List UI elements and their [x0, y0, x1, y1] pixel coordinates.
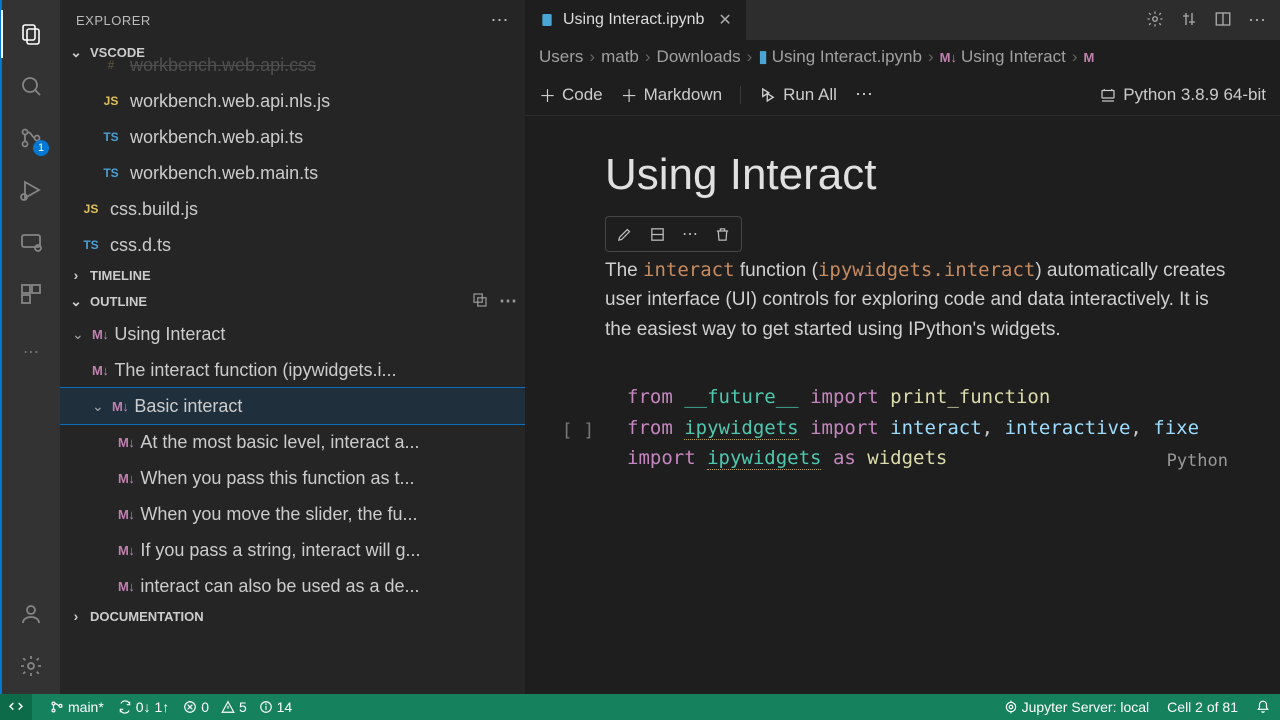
- toolbar-more-icon[interactable]: ⋯: [855, 84, 873, 105]
- cell-position[interactable]: Cell 2 of 81: [1167, 699, 1238, 715]
- scm-icon[interactable]: 1: [7, 114, 55, 162]
- collapse-all-icon[interactable]: [471, 291, 489, 312]
- markdown-icon: M↓: [92, 363, 108, 378]
- outline-item[interactable]: M↓If you pass a string, interact will g.…: [60, 532, 525, 568]
- run-all-button[interactable]: Run All: [759, 85, 837, 105]
- markdown-cell[interactable]: The interact function (ipywidgets.intera…: [605, 256, 1232, 344]
- file-row[interactable]: #workbench.web.api.css: [60, 47, 525, 83]
- chevron-right-icon: ›: [68, 608, 84, 624]
- outline-item[interactable]: M↓At the most basic level, interact a...: [60, 424, 525, 460]
- notebook-body[interactable]: Using Interact ⋯ The interact function (…: [525, 116, 1280, 694]
- notebook-icon: ▮: [758, 47, 767, 67]
- close-icon[interactable]: ✕: [718, 10, 731, 30]
- remote-indicator[interactable]: [0, 694, 32, 720]
- outline-item[interactable]: M↓When you pass this function as t...: [60, 460, 525, 496]
- edit-icon[interactable]: [616, 226, 633, 243]
- chevron-right-icon: ›: [68, 267, 84, 283]
- section-documentation[interactable]: › DOCUMENTATION: [60, 604, 525, 628]
- tab-bar: Using Interact.ipynb ✕ ⋯: [525, 0, 1280, 40]
- code-cell[interactable]: [ ] from __future__ import print_functio…: [561, 364, 1244, 483]
- outline-item[interactable]: M↓When you move the slider, the fu...: [60, 496, 525, 532]
- outline-item[interactable]: M↓The interact function (ipywidgets.i...: [60, 352, 525, 388]
- breadcrumb-item[interactable]: M↓Using Interact: [940, 47, 1066, 67]
- chevron-down-icon: ⌄: [68, 293, 84, 310]
- cell-toolbar: ⋯: [605, 216, 742, 252]
- markdown-icon: M↓: [92, 327, 108, 342]
- problems-button[interactable]: 0 5 14: [183, 699, 292, 715]
- kernel-picker[interactable]: Python 3.8.9 64-bit: [1099, 85, 1266, 105]
- more-icon[interactable]: ⋯: [499, 291, 517, 312]
- file-row[interactable]: JScss.build.js: [60, 191, 525, 227]
- account-icon[interactable]: [7, 590, 55, 638]
- cell-gutter: [ ]: [561, 364, 595, 441]
- js-icon: JS: [80, 201, 102, 217]
- sidebar-title: EXPLORER ⋯: [60, 0, 525, 40]
- add-markdown-button[interactable]: ＋Markdown: [621, 82, 722, 107]
- outline-item[interactable]: ⌄M↓Using Interact: [60, 316, 525, 352]
- page-title: Using Interact: [605, 150, 1244, 200]
- file-row[interactable]: TSworkbench.web.api.ts: [60, 119, 525, 155]
- split-editor-icon[interactable]: [1214, 10, 1232, 31]
- markdown-icon: M↓: [118, 471, 134, 486]
- diff-icon[interactable]: [1180, 10, 1198, 31]
- markdown-icon: M↓: [118, 435, 134, 450]
- markdown-icon: M↓: [118, 579, 134, 594]
- chevron-down-icon: ⌄: [92, 398, 106, 415]
- markdown-icon: M↓: [940, 50, 957, 65]
- add-code-button[interactable]: ＋Code: [539, 82, 603, 107]
- search-icon[interactable]: [7, 62, 55, 110]
- section-outline[interactable]: ⌄ OUTLINE ⋯: [60, 287, 525, 316]
- file-row[interactable]: TScss.d.ts: [60, 227, 525, 263]
- jupyter-server-button[interactable]: Jupyter Server: local: [1004, 699, 1150, 715]
- outline-list: ⌄M↓Using Interact M↓The interact functio…: [60, 316, 525, 604]
- markdown-icon: M↓: [118, 543, 134, 558]
- extensions-icon[interactable]: [7, 270, 55, 318]
- outline-item[interactable]: ⌄M↓Basic interact: [60, 388, 525, 424]
- sidebar-more-icon[interactable]: ⋯: [491, 10, 510, 31]
- breadcrumb: Users› matb› Downloads› ▮ Using Interact…: [525, 40, 1280, 74]
- activity-bar: 1 ⋯: [0, 0, 60, 694]
- breadcrumb-item[interactable]: Downloads: [657, 47, 741, 67]
- sync-button[interactable]: 0↓ 1↑: [118, 699, 169, 715]
- file-row[interactable]: JSworkbench.web.api.nls.js: [60, 83, 525, 119]
- run-debug-icon[interactable]: [7, 166, 55, 214]
- cell-language-label[interactable]: Python: [1167, 448, 1228, 475]
- breadcrumb-item[interactable]: Users: [539, 47, 583, 67]
- more-icon[interactable]: ⋯: [1248, 10, 1266, 31]
- sidebar: EXPLORER ⋯ ⌄ VSCODE #workbench.web.api.c…: [60, 0, 525, 694]
- markdown-icon: M↓: [112, 399, 128, 414]
- notebook-toolbar: ＋Code ＋Markdown Run All ⋯ Python 3.8.9 6…: [525, 74, 1280, 116]
- section-timeline[interactable]: › TIMELINE: [60, 263, 525, 287]
- js-icon: JS: [100, 93, 122, 109]
- markdown-icon: M↓: [118, 507, 134, 522]
- remote-explorer-icon[interactable]: [7, 218, 55, 266]
- overflow-icon[interactable]: ⋯: [7, 328, 55, 376]
- more-icon[interactable]: ⋯: [682, 224, 698, 244]
- split-cell-icon[interactable]: [649, 226, 666, 243]
- file-list: #workbench.web.api.css JSworkbench.web.a…: [60, 65, 525, 263]
- breadcrumb-item[interactable]: matb: [601, 47, 639, 67]
- scm-badge: 1: [33, 140, 49, 156]
- gear-icon[interactable]: [1146, 10, 1164, 31]
- branch-button[interactable]: main*: [50, 699, 104, 715]
- chevron-down-icon: ⌄: [72, 326, 86, 343]
- status-bar: main* 0↓ 1↑ 0 5 14 Jupyter Server: local…: [0, 694, 1280, 720]
- tab-notebook[interactable]: Using Interact.ipynb ✕: [525, 0, 747, 40]
- code-block[interactable]: from __future__ import print_function fr…: [605, 364, 1244, 483]
- bell-icon[interactable]: [1256, 699, 1270, 715]
- breadcrumb-item[interactable]: ▮ Using Interact.ipynb: [758, 47, 922, 67]
- editor: Using Interact.ipynb ✕ ⋯ Users› matb› Do…: [525, 0, 1280, 694]
- notebook-icon: [539, 12, 555, 28]
- explorer-icon[interactable]: [7, 10, 55, 58]
- outline-item[interactable]: M↓interact can also be used as a de...: [60, 568, 525, 604]
- gear-icon[interactable]: [7, 642, 55, 690]
- delete-icon[interactable]: [714, 226, 731, 243]
- ts-icon: TS: [100, 165, 122, 181]
- ts-icon: TS: [100, 129, 122, 145]
- file-row[interactable]: TSworkbench.web.main.ts: [60, 155, 525, 191]
- ts-icon: TS: [80, 237, 102, 253]
